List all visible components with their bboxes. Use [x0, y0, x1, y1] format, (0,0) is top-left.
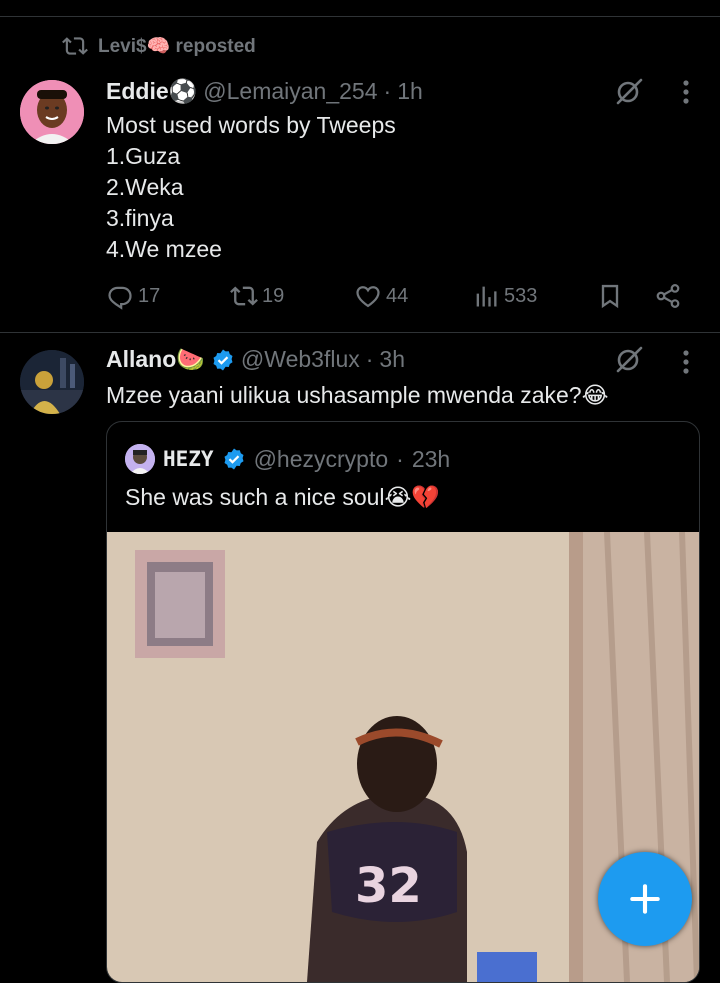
reply-icon: [108, 286, 132, 310]
quote-avatar[interactable]: [125, 444, 155, 474]
share-icon: [656, 284, 680, 308]
quote-timestamp[interactable]: 23h: [412, 446, 450, 473]
tweet-header: Allano🍉 @Web3flux · 3h: [106, 346, 405, 373]
timestamp[interactable]: 3h: [379, 346, 405, 373]
share-button[interactable]: [654, 282, 682, 310]
timestamp[interactable]: 1h: [397, 78, 423, 105]
handle[interactable]: @Web3flux: [241, 346, 360, 373]
compose-plus-icon: [630, 884, 660, 914]
tweet-actions: 17 19 44 533: [106, 282, 696, 318]
quote-text: She was such a nice soul😭💔: [125, 484, 441, 510]
tweet-line: Most used words by Tweeps: [106, 112, 396, 138]
quote-display-name[interactable]: HEZY: [163, 447, 214, 471]
more-icon[interactable]: [682, 348, 690, 376]
quote-avatar-image: [125, 444, 155, 474]
more-icon[interactable]: [682, 78, 690, 106]
quote-header: HEZY @hezycrypto · 23h: [125, 444, 450, 474]
avatar[interactable]: [20, 350, 84, 414]
display-name[interactable]: Eddie⚽: [106, 78, 197, 105]
separator: ·: [396, 445, 404, 472]
verified-badge-icon: [213, 349, 233, 370]
grok-icon[interactable]: [614, 76, 644, 106]
bookmark-icon: [601, 284, 619, 309]
repost-context[interactable]: Levi$🧠 reposted: [62, 33, 256, 59]
views-button[interactable]: 533: [472, 282, 537, 310]
like-button[interactable]: 44: [354, 282, 408, 310]
tweet-text: Mzee yaani ulikua ushasample mwenda zake…: [106, 382, 609, 408]
repost-count: 19: [262, 284, 285, 307]
tweet-line: 3.finya: [106, 205, 174, 231]
like-count: 44: [386, 284, 409, 307]
verified-badge-icon: [224, 448, 244, 470]
shirt-number: 32: [355, 858, 422, 914]
reply-button[interactable]: 17: [106, 282, 160, 310]
bookmark-button[interactable]: [596, 282, 624, 310]
avatar[interactable]: [20, 80, 84, 144]
repost-icon: [62, 37, 88, 55]
tweet-line: 4.We mzee: [106, 236, 222, 262]
avatar-photo: [20, 350, 84, 414]
separator: ·: [383, 78, 392, 104]
reply-count: 17: [138, 284, 161, 307]
avatar-photo: [20, 80, 84, 144]
repost-button[interactable]: 19: [230, 282, 284, 310]
tweet-line: 1.Guza: [106, 143, 181, 169]
separator: ·: [365, 346, 374, 372]
top-divider: [0, 16, 720, 17]
grok-icon[interactable]: [614, 344, 644, 374]
tweet-line: 2.Weka: [106, 174, 184, 200]
tweet-header: Eddie⚽ @Lemaiyan_254 · 1h: [106, 78, 423, 105]
tweet-text: Most used words by Tweeps 1.Guza 2.Weka …: [106, 110, 396, 265]
repost-label: Levi$🧠 reposted: [98, 36, 256, 57]
handle[interactable]: @Lemaiyan_254: [203, 78, 377, 105]
display-name[interactable]: Allano🍉: [106, 346, 205, 373]
views-icon: [476, 286, 497, 307]
repost-icon: [230, 286, 258, 306]
views-count: 533: [504, 284, 538, 307]
tweet-divider: [0, 332, 720, 333]
compose-button[interactable]: [598, 852, 692, 946]
quote-handle[interactable]: @hezycrypto: [254, 446, 389, 473]
like-icon: [356, 286, 380, 308]
